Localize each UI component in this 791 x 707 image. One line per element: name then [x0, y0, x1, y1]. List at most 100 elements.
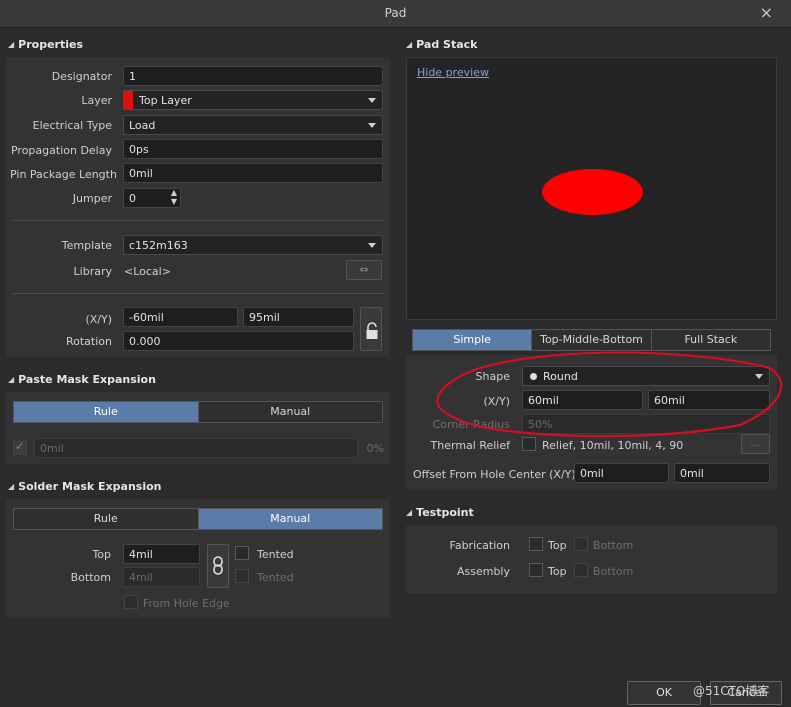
fabrication-bottom-label: Bottom — [593, 539, 634, 552]
rotation-field[interactable]: 0.000 — [123, 331, 354, 351]
template-value: c152m163 — [129, 239, 188, 252]
fabrication-bottom-checkbox[interactable] — [574, 537, 588, 551]
collapse-triangle-icon[interactable]: ◢ — [8, 482, 14, 491]
tented-top-label: Tented — [257, 548, 294, 561]
thermal-relief-value: Relief, 10mil, 10mil, 4, 90 — [542, 439, 684, 452]
paste-mask-value-field[interactable]: 0mil — [34, 438, 358, 458]
pad-stack-tab-top-middle-bottom[interactable]: Top-Middle-Bottom — [532, 330, 652, 350]
layer-select[interactable]: Top Layer — [123, 90, 383, 110]
chevron-down-icon — [368, 243, 376, 248]
solder-top-field[interactable]: 4mil — [123, 544, 200, 564]
assembly-bottom-label: Bottom — [593, 565, 634, 578]
fabrication-top-label: Top — [548, 539, 567, 552]
offset-label: Offset From Hole Center (X/Y) — [413, 468, 576, 481]
chain-link-icon — [213, 556, 223, 575]
pad-stack-tabs: Simple Top-Middle-Bottom Full Stack — [412, 329, 771, 351]
testpoint-header-label: Testpoint — [416, 506, 474, 519]
testpoint-panel — [406, 525, 777, 593]
library-label: Library — [73, 265, 112, 278]
shape-label: Shape — [475, 370, 510, 383]
electrical-type-label: Electrical Type — [32, 119, 112, 132]
properties-header-label: Properties — [18, 38, 83, 51]
designator-label: Designator — [51, 70, 112, 83]
pad-y-size-field[interactable]: 60mil — [648, 390, 770, 410]
fabrication-top-checkbox[interactable] — [529, 537, 543, 551]
properties-header[interactable]: ◢ Properties — [8, 38, 83, 58]
window-title: Pad — [384, 6, 407, 20]
divider — [12, 293, 384, 294]
from-hole-edge-checkbox[interactable] — [124, 595, 138, 609]
layer-label: Layer — [81, 94, 112, 107]
rotation-label: Rotation — [65, 335, 112, 348]
paste-mask-header-label: Paste Mask Expansion — [18, 373, 156, 386]
assembly-bottom-checkbox[interactable] — [574, 563, 588, 577]
chevron-down-icon — [368, 123, 376, 128]
unlink-icon[interactable]: ⇔ — [346, 260, 382, 280]
thermal-relief-label: Thermal Relief — [430, 439, 510, 452]
tented-bottom-checkbox[interactable] — [235, 569, 249, 583]
offset-x-field[interactable]: 0mil — [574, 463, 669, 483]
y-field[interactable]: 95mil — [243, 307, 354, 327]
propagation-delay-field[interactable]: 0ps — [123, 139, 383, 159]
round-shape-icon — [530, 373, 537, 380]
pad-stack-header-label: Pad Stack — [416, 38, 478, 51]
template-select[interactable]: c152m163 — [123, 235, 383, 255]
pad-preview[interactable] — [406, 57, 777, 320]
shape-value: Round — [543, 370, 578, 383]
solder-mask-header[interactable]: ◢ Solder Mask Expansion — [8, 480, 162, 500]
close-icon[interactable]: × — [760, 3, 773, 22]
collapse-triangle-icon[interactable]: ◢ — [8, 40, 14, 49]
solder-bottom-field[interactable]: 4mil — [123, 567, 200, 587]
pin-package-length-label: Pin Package Length — [10, 168, 117, 181]
ok-button[interactable]: OK — [627, 681, 701, 705]
from-hole-edge-label: From Hole Edge — [143, 597, 230, 610]
pad-x-size-field[interactable]: 60mil — [522, 390, 643, 410]
collapse-triangle-icon[interactable]: ◢ — [406, 40, 412, 49]
offset-y-field[interactable]: 0mil — [674, 463, 770, 483]
assembly-top-checkbox[interactable] — [529, 563, 543, 577]
link-values-button[interactable] — [207, 544, 229, 588]
fabrication-label: Fabrication — [449, 539, 510, 552]
assembly-label: Assembly — [456, 565, 510, 578]
solder-mask-tabs: Rule Manual — [13, 508, 383, 530]
x-field[interactable]: -60mil — [123, 307, 238, 327]
propagation-delay-label: Propagation Delay — [10, 144, 112, 157]
chevron-down-icon — [368, 98, 376, 103]
paste-mask-tab-manual[interactable]: Manual — [198, 402, 382, 422]
pad-stack-tab-full-stack[interactable]: Full Stack — [651, 330, 770, 350]
testpoint-header[interactable]: ◢ Testpoint — [406, 506, 474, 526]
jumper-spinner-icon[interactable]: ▲ ▼ — [168, 188, 180, 208]
designator-field[interactable]: 1 — [123, 66, 383, 86]
solder-mask-tab-rule[interactable]: Rule — [14, 509, 199, 529]
assembly-top-label: Top — [548, 565, 567, 578]
pad-stack-header[interactable]: ◢ Pad Stack — [406, 38, 478, 58]
template-label: Template — [61, 239, 112, 252]
paste-mask-tab-rule[interactable]: Rule — [14, 402, 199, 422]
pin-package-length-field[interactable]: 0mil — [123, 163, 383, 183]
divider — [12, 220, 384, 221]
paste-mask-header[interactable]: ◢ Paste Mask Expansion — [8, 373, 156, 393]
hide-preview-link[interactable]: Hide preview — [417, 66, 489, 79]
pad-stack-tab-simple[interactable]: Simple — [413, 330, 533, 350]
title-bar: Pad × — [0, 0, 791, 28]
electrical-type-select[interactable]: Load — [123, 115, 383, 135]
collapse-triangle-icon[interactable]: ◢ — [406, 508, 412, 517]
solder-bottom-label: Bottom — [70, 571, 111, 584]
tented-top-checkbox[interactable] — [235, 546, 249, 560]
electrical-type-value: Load — [129, 119, 156, 132]
library-value: <Local> — [124, 265, 171, 278]
watermark: @51CTO博客 — [693, 684, 770, 698]
lock-icon — [366, 322, 378, 339]
thermal-relief-checkbox[interactable] — [522, 437, 536, 451]
corner-radius-field[interactable]: 50% — [522, 414, 770, 434]
paste-mask-checkbox[interactable] — [13, 440, 27, 455]
pad-xy-label: (X/Y) — [483, 395, 510, 408]
paste-mask-percent: 0% — [366, 442, 384, 455]
lock-button[interactable] — [360, 307, 382, 351]
shape-select[interactable]: Round — [522, 366, 770, 386]
solder-mask-tab-manual[interactable]: Manual — [198, 509, 382, 529]
layer-value: Top Layer — [139, 94, 192, 107]
thermal-relief-more-button[interactable]: ... — [741, 434, 770, 454]
collapse-triangle-icon[interactable]: ◢ — [8, 375, 14, 384]
tented-bottom-label: Tented — [257, 571, 294, 584]
